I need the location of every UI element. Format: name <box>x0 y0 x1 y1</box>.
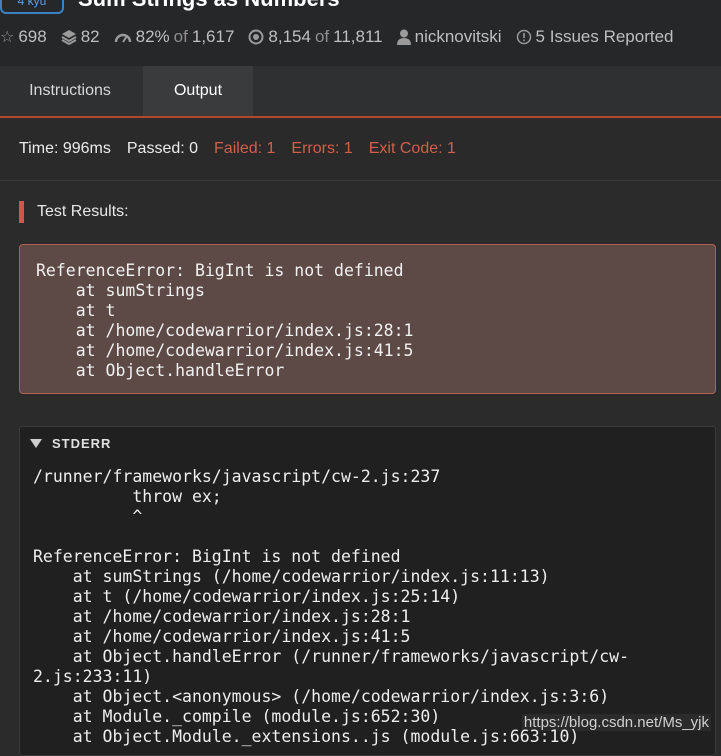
test-results-title: Test Results: <box>37 203 129 220</box>
tab-output[interactable]: Output <box>143 66 253 116</box>
rank-badge: 4 kyu <box>0 0 64 14</box>
target-icon <box>248 29 264 45</box>
kata-title[interactable]: Sum Strings as Numbers <box>78 0 340 12</box>
stars-count: 698 <box>18 27 47 46</box>
stars-stat[interactable]: ☆ 698 <box>0 27 47 47</box>
test-error-text: ReferenceError: BigInt is not defined at… <box>36 261 414 380</box>
completed-count: 8,154 <box>268 27 311 46</box>
errors-count: Errors: 1 <box>291 140 353 157</box>
gauge-icon <box>114 30 132 44</box>
completed-of-label: of <box>314 27 330 46</box>
collections-count: 82 <box>80 27 100 46</box>
output-tabs: Instructions Output <box>0 66 721 118</box>
kata-header: 4 kyu Sum Strings as Numbers ☆ 698 82 82… <box>0 0 721 66</box>
exit-code: Exit Code: 1 <box>368 140 456 157</box>
collections-stat[interactable]: 82 <box>61 27 100 47</box>
attempted-count: 11,811 <box>333 27 383 46</box>
failed-count: Failed: 1 <box>214 140 276 157</box>
run-time: Time: 996ms <box>19 140 111 157</box>
watermark: https://blog.csdn.net/Ms_yjk <box>521 714 711 731</box>
stderr-output: /runner/frameworks/javascript/cw-2.js:23… <box>33 467 630 746</box>
kata-stats: ☆ 698 82 82% of 1,617 8,154 of 11,811 ni… <box>0 26 688 48</box>
satisfaction-rate: 82% <box>135 27 170 46</box>
caret-down-icon <box>30 439 42 448</box>
alert-circle-icon <box>516 29 532 45</box>
satisfaction-of-label: of <box>173 27 188 46</box>
author-stat[interactable]: nicknovitski <box>396 27 502 47</box>
issues-stat[interactable]: 5 Issues Reported <box>516 27 674 47</box>
issues-reported[interactable]: 5 Issues Reported <box>536 27 674 47</box>
completions-stat: 8,154 of 11,811 <box>248 27 383 47</box>
stderr-toggle[interactable]: STDERR <box>30 436 111 451</box>
section-accent-bar <box>19 201 24 223</box>
satisfaction-stat: 82% of 1,617 <box>114 27 235 47</box>
tab-instructions[interactable]: Instructions <box>0 66 140 116</box>
test-error-box: ReferenceError: BigInt is not defined at… <box>19 244 716 394</box>
stderr-panel: STDERR /runner/frameworks/javascript/cw-… <box>19 426 716 756</box>
author-name[interactable]: nicknovitski <box>415 27 502 47</box>
star-icon: ☆ <box>0 29 15 46</box>
user-icon <box>396 29 411 45</box>
stderr-label: STDERR <box>52 436 112 451</box>
test-results-header: Test Results: <box>19 201 129 223</box>
run-summary: Time: 996ms Passed: 0 Failed: 1 Errors: … <box>0 118 721 181</box>
layers-icon <box>61 29 77 45</box>
passed-count: Passed: 0 <box>126 140 199 157</box>
satisfaction-votes: 1,617 <box>191 27 235 46</box>
